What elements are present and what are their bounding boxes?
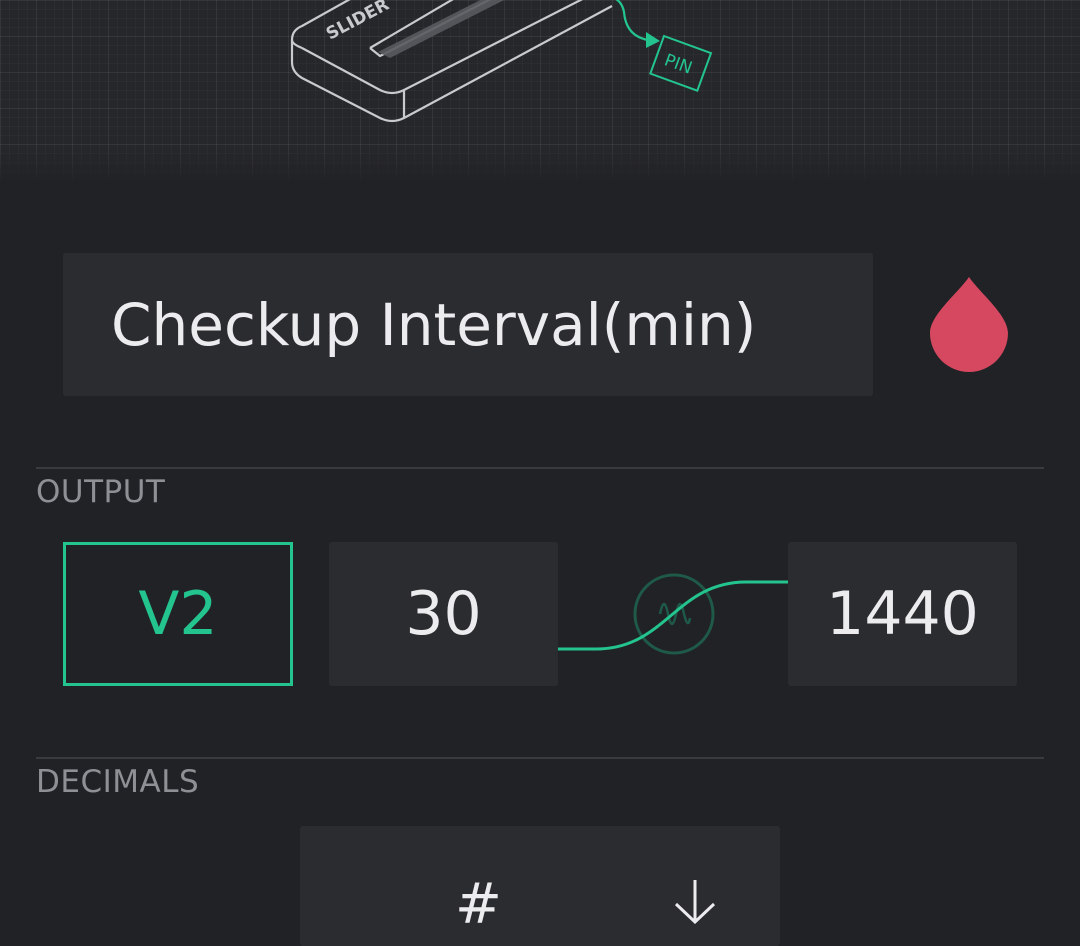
mapping-curve [558, 573, 790, 655]
color-drop-icon[interactable] [928, 275, 1010, 373]
output-divider [36, 467, 1044, 469]
decimals-label: DECIMALS [36, 764, 200, 800]
decimals-dropdown[interactable]: # [300, 826, 780, 946]
max-value: 1440 [826, 579, 979, 649]
output-label: OUTPUT [36, 474, 166, 510]
decimals-value: # [455, 872, 502, 937]
widget-name-input[interactable]: Checkup Interval(min) [63, 253, 873, 396]
wire-arrow-icon [646, 32, 660, 48]
hero-illustration: SLIDER PIN [0, 0, 1080, 180]
slider-word: SLIDER [323, 0, 393, 44]
arrow-down-icon [674, 880, 716, 924]
min-value-input[interactable]: 30 [329, 542, 558, 686]
min-value: 30 [405, 579, 482, 649]
hero-fade [0, 150, 1080, 180]
pin-value: V2 [138, 579, 218, 649]
pin-word: PIN [662, 50, 695, 78]
decimals-divider [36, 757, 1044, 759]
widget-name-value: Checkup Interval(min) [111, 290, 757, 359]
pin-selector-button[interactable]: V2 [63, 542, 293, 686]
max-value-input[interactable]: 1440 [788, 542, 1017, 686]
